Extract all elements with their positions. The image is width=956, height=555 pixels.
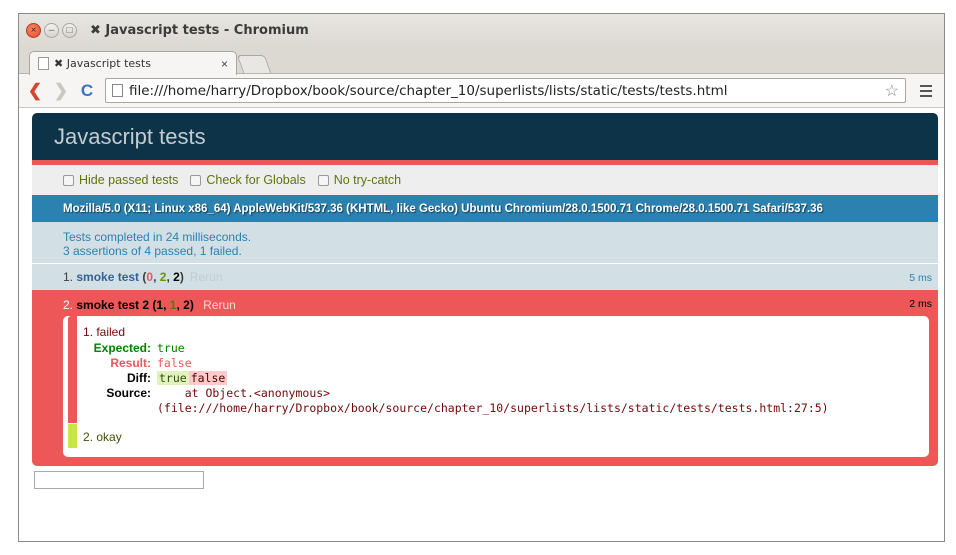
reload-icon: C [80,80,94,100]
page-content: Javascript tests Hide passed tests Check… [19,108,944,541]
result-label: Result: [110,356,151,370]
checkbox-box[interactable] [317,174,329,186]
window-title: ✖ Javascript tests - Chromium [90,23,309,38]
test-name[interactable]: smoke test 2 [76,298,149,312]
page-title[interactable]: Javascript tests [54,124,206,149]
passed-count: 2 [159,270,167,284]
test-item-smoke-test-2[interactable]: 2. smoke test 2 (1, 1, 2) Rerun 2 ms 1. … [32,290,938,466]
total-count: 2 [173,270,180,284]
tab-javascript-tests[interactable]: ✖ Javascript tests × [29,51,237,75]
diff-value: true false [157,371,228,386]
source-label: Source: [106,386,151,400]
qunit-toolbar: Hide passed tests Check for Globals No t… [32,165,938,195]
back-button[interactable]: ❮ [25,80,45,102]
forward-button[interactable]: ❯ [51,80,71,102]
summary-counts: 3 assertions of 4 passed, 1 failed. [63,244,242,258]
menu-line [920,84,932,87]
test-counts: (0, 2, 2) [142,270,184,284]
reload-button[interactable]: C [77,80,97,102]
test-name[interactable]: smoke test [76,270,139,284]
passed-count: 1 [169,298,177,312]
diff-label: Diff: [127,371,151,385]
test-number: 2. [63,298,74,312]
close-icon: × [30,24,37,36]
address-bar[interactable]: file:///home/harry/Dropbox/book/source/c… [105,78,906,103]
window-minimize-button[interactable]: – [44,23,59,38]
pass-marker [68,424,77,448]
title-bar: × – □ ✖ Javascript tests - Chromium [19,14,944,47]
test-number: 1. [63,270,74,284]
assertion-message: 2. okay [83,430,122,444]
test-item-smoke-test[interactable]: 1. smoke test (0, 2, 2) Rerun 5 ms [32,264,938,290]
menu-line [920,94,932,97]
forward-arrow-icon: ❯ [53,80,69,100]
url-text[interactable]: file:///home/harry/Dropbox/book/source/c… [129,83,885,99]
user-agent-banner: Mozilla/5.0 (X11; Linux x86_64) AppleWeb… [32,195,938,222]
test-runtime: 5 ms [909,272,932,284]
file-icon [112,84,123,97]
bookmark-star-icon[interactable]: ☆ [885,81,899,101]
test-summary: Tests completed in 24 milliseconds. 3 as… [32,222,938,264]
checkbox-label: Hide passed tests [79,173,179,187]
expected-value: true [157,341,185,355]
test-counts: (1, 1, 2) [152,298,194,312]
expected-row: Expected: true [83,341,929,356]
diff-deleted: false [188,371,228,385]
assertion-list: 1. failed Expected: true Result: false D… [63,316,929,457]
window-close-button[interactable]: × [26,23,41,38]
assertion-failed: 1. failed Expected: true Result: false D… [63,316,929,423]
tab-strip: ✖ Javascript tests × [19,47,944,75]
checkbox-label: No try-catch [333,173,402,187]
qunit-fixture-input[interactable] [34,471,204,489]
menu-line [920,89,932,92]
diff-row: Diff: true false [83,371,929,386]
back-arrow-icon: ❮ [27,80,43,100]
test-runtime: 2 ms [909,298,932,310]
tab-close-icon[interactable]: × [221,57,228,71]
failed-count: 1 [156,298,164,312]
new-tab-button[interactable] [236,55,272,73]
tab-label: ✖ Javascript tests [54,57,151,70]
rerun-link[interactable]: Rerun [190,270,223,284]
checkbox-box[interactable] [63,174,74,186]
window-maximize-button[interactable]: □ [62,23,77,38]
source-value: at Object.<anonymous> (file:///home/harr… [157,386,829,415]
failed-count: 0 [146,270,154,284]
hide-passed-checkbox[interactable]: Hide passed tests [63,173,178,187]
check-globals-checkbox[interactable]: Check for Globals [190,173,306,187]
summary-time: Tests completed in 24 milliseconds. [63,230,252,244]
checkbox-label: Check for Globals [206,173,306,187]
assertion-passed: 2. okay [63,424,929,448]
page-icon [38,57,49,70]
source-row: Source: at Object.<anonymous> (file:///h… [83,386,929,416]
assertion-details: Expected: true Result: false Diff: true f… [83,341,929,416]
no-try-catch-checkbox[interactable]: No try-catch [317,173,402,187]
total-count: 2 [183,298,190,312]
minimize-icon: – [48,24,55,36]
qunit-header[interactable]: Javascript tests [32,113,938,165]
result-row: Result: false [83,356,929,371]
diff-inserted: true [157,371,189,385]
checkbox-box[interactable] [190,174,202,186]
assertion-message: 1. failed [83,325,126,339]
chrome-menu-button[interactable] [914,84,938,97]
browser-toolbar: ❮ ❯ C file:///home/harry/Dropbox/book/so… [19,74,944,108]
browser-window: × – □ ✖ Javascript tests - Chromium ✖ Ja… [18,13,945,542]
result-value: false [157,356,192,370]
maximize-icon: □ [66,24,73,36]
rerun-link[interactable]: Rerun [203,298,236,312]
expected-label: Expected: [93,341,151,355]
fail-marker [68,316,77,423]
